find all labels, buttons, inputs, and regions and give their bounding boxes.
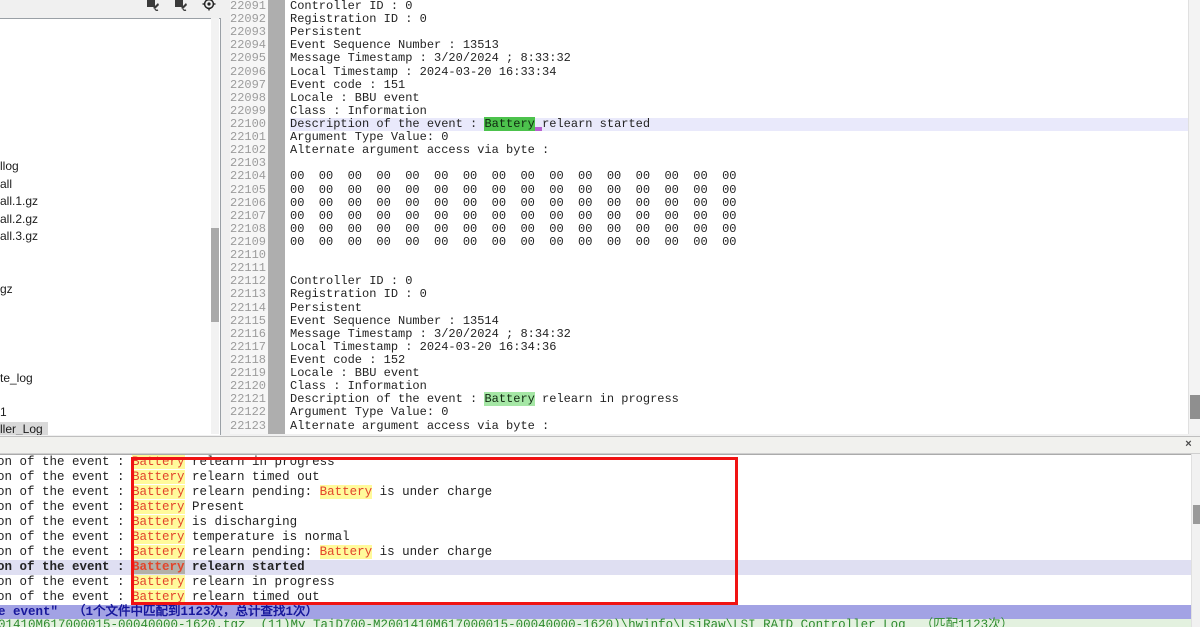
- code-line[interactable]: Registration ID : 0: [290, 288, 1188, 301]
- sidebar-toolbar: [0, 0, 221, 18]
- line-number: 22104: [230, 170, 268, 183]
- search-summary-bar: e event" （1个文件中匹配到1123次，总计查找1次）: [0, 605, 1198, 619]
- result-text: on of the event :: [0, 515, 132, 529]
- line-number: 22122: [230, 406, 268, 419]
- code-text: relearn in progress: [535, 392, 679, 406]
- result-text: on of the event :: [0, 590, 132, 604]
- code-line[interactable]: 00 00 00 00 00 00 00 00 00 00 00 00 00 0…: [290, 236, 1188, 249]
- code-area[interactable]: Controller ID : 0Registration ID : 0Pers…: [290, 0, 1188, 434]
- sidebar-scrollbar-thumb[interactable]: [211, 228, 219, 322]
- log-viewer-window: llog all all.1.gz all.2.gz all.3.gz gz te_log 1…: [0, 0, 1200, 627]
- results-scrollbar[interactable]: [1191, 454, 1200, 627]
- code-text: Description of the event :: [290, 392, 484, 406]
- line-number: 22116: [230, 328, 268, 341]
- result-text: on of the event :: [0, 575, 132, 589]
- code-line[interactable]: Persistent: [290, 302, 1188, 315]
- editor-scrollbar[interactable]: [1188, 0, 1200, 434]
- result-text: on of the event :: [0, 545, 132, 559]
- file-item[interactable]: gz: [0, 282, 13, 297]
- code-line[interactable]: Alternate argument access via byte :: [290, 144, 1188, 157]
- file-item[interactable]: all.3.gz: [0, 229, 38, 244]
- line-number: 22096: [230, 66, 268, 79]
- code-line[interactable]: Registration ID : 0: [290, 13, 1188, 26]
- fold-margin: [268, 0, 285, 434]
- code-line[interactable]: Event code : 152: [290, 354, 1188, 367]
- annotation-red-box: [131, 457, 738, 605]
- line-number: 22123: [230, 420, 268, 433]
- code-text: Description of the event :: [290, 117, 484, 131]
- locate-target-icon[interactable]: [202, 0, 216, 13]
- code-line[interactable]: Alternate argument access via byte :: [290, 420, 1188, 433]
- file-item[interactable]: all.2.gz: [0, 212, 38, 227]
- editor-scrollbar-thumb[interactable]: [1190, 395, 1200, 419]
- file-item[interactable]: all.1.gz: [0, 194, 38, 209]
- line-number: 22115: [230, 315, 268, 328]
- result-text: on of the event :: [0, 485, 132, 499]
- results-scrollbar-thumb[interactable]: [1193, 505, 1200, 524]
- code-line[interactable]: [290, 249, 1188, 262]
- result-text: on of the event :: [0, 455, 132, 469]
- code-line[interactable]: Event code : 151: [290, 79, 1188, 92]
- line-number: 22108: [230, 223, 268, 236]
- file-item[interactable]: llog: [0, 159, 19, 174]
- export-log-icon[interactable]: [174, 0, 188, 13]
- line-number: 22098: [230, 92, 268, 105]
- code-line[interactable]: Local Timestamp : 2024-03-20 16:34:36: [290, 341, 1188, 354]
- code-line[interactable]: Message Timestamp : 3/20/2024 ; 8:33:32: [290, 52, 1188, 65]
- file-item[interactable]: te_log: [0, 371, 33, 386]
- code-text: relearn started: [542, 117, 650, 131]
- file-item[interactable]: ller_Log: [0, 422, 48, 435]
- file-item[interactable]: all: [0, 177, 12, 192]
- log-editor[interactable]: 2209122092220932209422095220962209722098…: [230, 0, 1188, 434]
- close-panel-button[interactable]: ×: [1182, 438, 1195, 451]
- code-line[interactable]: [290, 262, 1188, 275]
- line-number: 22095: [230, 52, 268, 65]
- file-list: llog all all.1.gz all.2.gz all.3.gz gz te_log 1…: [0, 18, 221, 435]
- line-number: 22113: [230, 288, 268, 301]
- line-number: 22114: [230, 302, 268, 315]
- line-number: 22117: [230, 341, 268, 354]
- result-text: on of the event :: [0, 470, 132, 484]
- line-number: 22105: [230, 184, 268, 197]
- code-line[interactable]: Event Sequence Number : 13514: [290, 315, 1188, 328]
- code-line[interactable]: 00 00 00 00 00 00 00 00 00 00 00 00 00 0…: [290, 223, 1188, 236]
- file-browser-panel: llog all all.1.gz all.2.gz all.3.gz gz te_log 1…: [0, 0, 221, 434]
- code-line[interactable]: Local Timestamp : 2024-03-20 16:33:34: [290, 66, 1188, 79]
- results-panel-header: ×: [0, 436, 1200, 454]
- line-number: 22106: [230, 197, 268, 210]
- line-number: 22097: [230, 79, 268, 92]
- export-log-icon[interactable]: [146, 0, 160, 13]
- search-match: Battery: [484, 392, 534, 406]
- code-line[interactable]: 00 00 00 00 00 00 00 00 00 00 00 00 00 0…: [290, 197, 1188, 210]
- result-text: on of the event :: [0, 500, 132, 514]
- line-number: 22107: [230, 210, 268, 223]
- code-line[interactable]: Message Timestamp : 3/20/2024 ; 8:34:32: [290, 328, 1188, 341]
- code-line[interactable]: Locale : BBU event: [290, 92, 1188, 105]
- result-text: on of the event :: [0, 530, 132, 544]
- line-number-gutter: 2209122092220932209422095220962209722098…: [230, 0, 268, 434]
- code-line[interactable]: 00 00 00 00 00 00 00 00 00 00 00 00 00 0…: [290, 170, 1188, 183]
- code-line[interactable]: Argument Type Value: 0: [290, 406, 1188, 419]
- file-path-bar: 01410M617000015-00040000-1620.tgz (11)My…: [0, 619, 1198, 627]
- search-match-current: Battery: [484, 117, 534, 131]
- result-text: on of the event :: [0, 560, 132, 574]
- sidebar-scrollbar[interactable]: [211, 18, 219, 434]
- code-line[interactable]: 00 00 00 00 00 00 00 00 00 00 00 00 00 0…: [290, 210, 1188, 223]
- code-line[interactable]: 00 00 00 00 00 00 00 00 00 00 00 00 00 0…: [290, 184, 1188, 197]
- text-caret: [535, 117, 542, 131]
- file-item[interactable]: 1: [0, 405, 7, 420]
